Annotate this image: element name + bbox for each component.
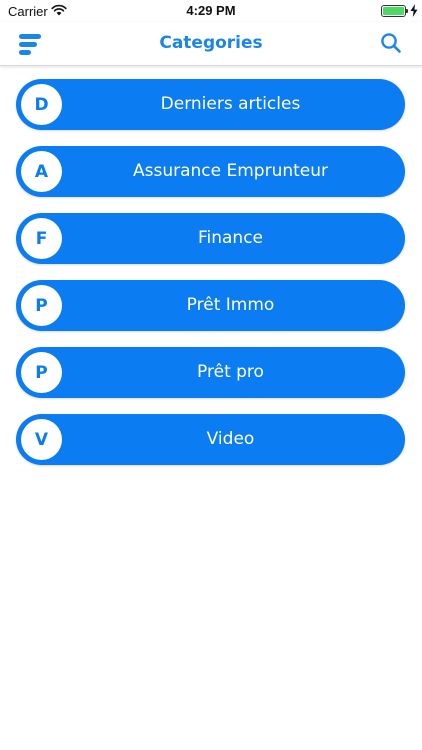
category-item-video[interactable]: V Video [16,414,405,465]
status-bar: Carrier 4:29 PM [0,0,422,22]
status-time: 4:29 PM [186,3,236,18]
category-label: Prêt pro [197,362,264,382]
app-screen: Carrier 4:29 PM Categories D Derniers ar… [0,0,422,750]
navigation-bar: Categories [0,22,422,66]
battery-icon [381,5,406,17]
search-icon[interactable] [380,32,402,54]
category-item-pret-immo[interactable]: P Prêt Immo [16,280,405,331]
category-list: D Derniers articles A Assurance Emprunte… [16,79,405,481]
category-label: Derniers articles [160,94,301,114]
category-label: Finance [197,228,264,248]
category-item-pret-pro[interactable]: P Prêt pro [16,347,405,398]
battery-level [383,7,404,15]
category-item-assurance-emprunteur[interactable]: A Assurance Emprunteur [16,146,405,197]
category-label: Video [206,429,255,449]
category-label: Prêt Immo [186,295,275,315]
page-title: Categories [159,33,263,53]
battery-tip [406,9,408,13]
category-item-derniers-articles[interactable]: D Derniers articles [16,79,405,130]
charging-bolt-icon [410,4,418,17]
category-item-finance[interactable]: F Finance [16,213,405,264]
category-label: Assurance Emprunteur [132,161,329,181]
